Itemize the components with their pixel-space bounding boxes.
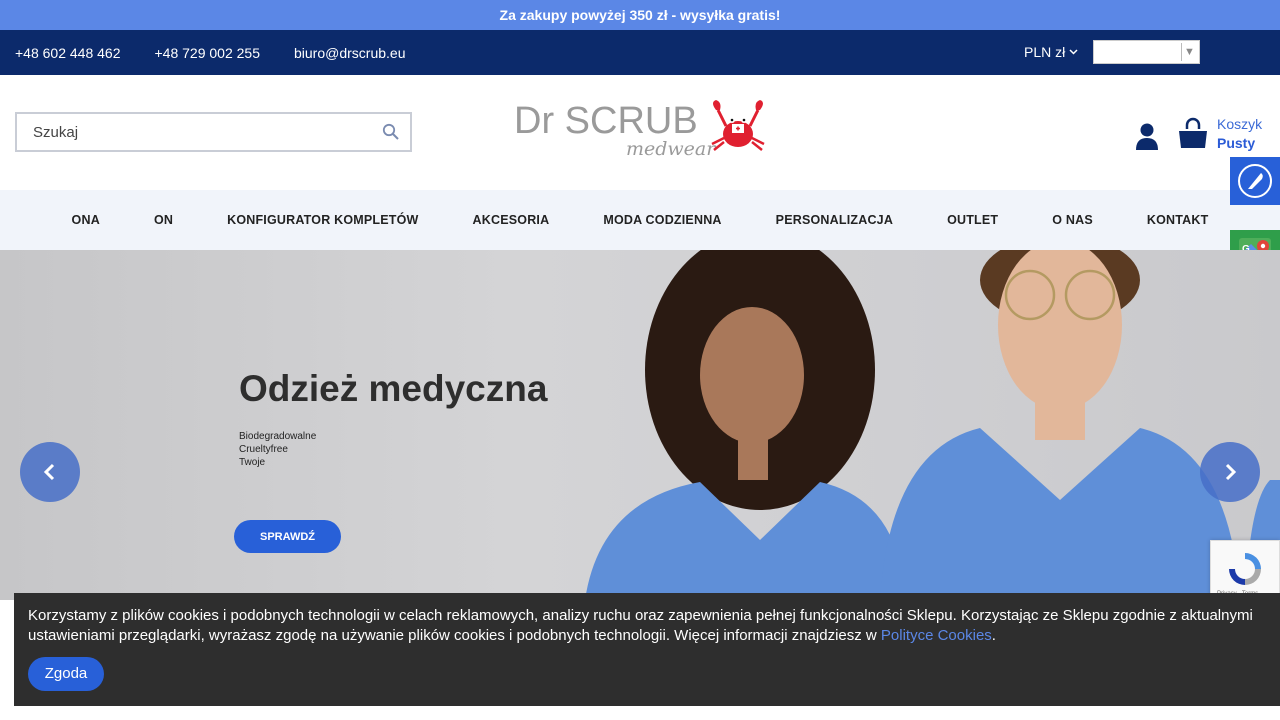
cart-status: Pusty <box>1217 135 1256 151</box>
header: Dr SCRUB medwear Koszyk Pusty <box>0 75 1280 190</box>
slider-prev-button[interactable] <box>20 442 80 502</box>
recaptcha-icon <box>1229 553 1261 585</box>
search-input[interactable] <box>17 114 357 150</box>
cookie-text: Korzystamy z plików cookies i podobnych … <box>28 607 1253 644</box>
hero-features: Biodegradowalne Crueltyfree Twoje <box>239 430 316 469</box>
cookie-text-end: . <box>991 626 996 644</box>
cart-label: Koszyk <box>1217 116 1263 132</box>
hero-feature-item: Biodegradowalne <box>239 431 317 442</box>
nav-item-ona[interactable]: ONA <box>45 213 127 227</box>
cookie-accept-button[interactable]: Zgoda <box>28 657 104 691</box>
email-link[interactable]: biuro@drscrub.eu <box>294 45 406 61</box>
nav-item-akcesoria[interactable]: AKCESORIA <box>446 213 577 227</box>
nav-item-konfigurator[interactable]: KONFIGURATOR KOMPLETÓW <box>200 213 445 227</box>
chevron-right-icon <box>1225 463 1237 481</box>
cookie-policy-link[interactable]: Polityce Cookies <box>881 627 992 644</box>
logo-sub: medwear <box>626 138 716 160</box>
nav-item-outlet[interactable]: OUTLET <box>920 213 1025 227</box>
chevron-left-icon <box>43 463 55 481</box>
currency-selector[interactable]: PLN zł <box>1024 44 1078 60</box>
search-box <box>15 112 412 152</box>
cart-summary[interactable]: Koszyk Pusty <box>1217 115 1262 153</box>
nav-item-moda-codzienna[interactable]: MODA CODZIENNA <box>576 213 748 227</box>
feather-pen-icon <box>1238 164 1272 198</box>
search-icon[interactable] <box>382 123 400 141</box>
top-bar: +48 602 448 462 +48 729 002 255 biuro@dr… <box>0 30 1280 75</box>
page-bottom-strip <box>0 706 1280 720</box>
crab-logo-icon <box>711 100 765 151</box>
hero-models-image <box>585 250 1280 600</box>
phone-2-link[interactable]: +48 729 002 255 <box>155 45 261 61</box>
shopping-bag-icon[interactable] <box>1177 117 1209 149</box>
phone-1-link[interactable]: +48 602 448 462 <box>15 45 121 61</box>
promo-banner: Za zakupy powyżej 350 zł - wysyłka grati… <box>0 0 1280 30</box>
hero-feature-item: Twoje <box>239 457 266 468</box>
hero-title: Odzież medyczna <box>239 368 548 409</box>
nav-item-o-nas[interactable]: O NAS <box>1025 213 1120 227</box>
hero-feature-item: Crueltyfree <box>239 444 288 455</box>
user-account-icon[interactable] <box>1135 122 1159 150</box>
dropdown-arrow-icon: ▼ <box>1181 43 1197 61</box>
main-navigation: ONA ON KONFIGURATOR KOMPLETÓW AKCESORIA … <box>0 190 1280 250</box>
nav-item-personalizacja[interactable]: PERSONALIZACJA <box>749 213 920 227</box>
logo[interactable]: Dr SCRUB medwear <box>514 100 774 164</box>
chevron-down-icon <box>1069 49 1078 55</box>
slider-next-button[interactable] <box>1200 442 1260 502</box>
promo-text: Za zakupy powyżej 350 zł - wysyłka grati… <box>499 7 781 23</box>
hero-slider: Odzież medyczna Biodegradowalne Crueltyf… <box>0 250 1280 600</box>
logo-brand: Dr SCRUB <box>514 100 698 142</box>
currency-label: PLN zł <box>1024 44 1066 60</box>
nav-item-kontakt[interactable]: KONTAKT <box>1120 213 1236 227</box>
hero-cta-button[interactable]: SPRAWDŹ <box>234 520 341 553</box>
cookie-banner: Korzystamy z plików cookies i podobnych … <box>14 593 1280 706</box>
nav-item-on[interactable]: ON <box>127 213 200 227</box>
language-select[interactable]: ▼ <box>1093 40 1200 64</box>
side-widget-blog[interactable] <box>1230 157 1280 205</box>
